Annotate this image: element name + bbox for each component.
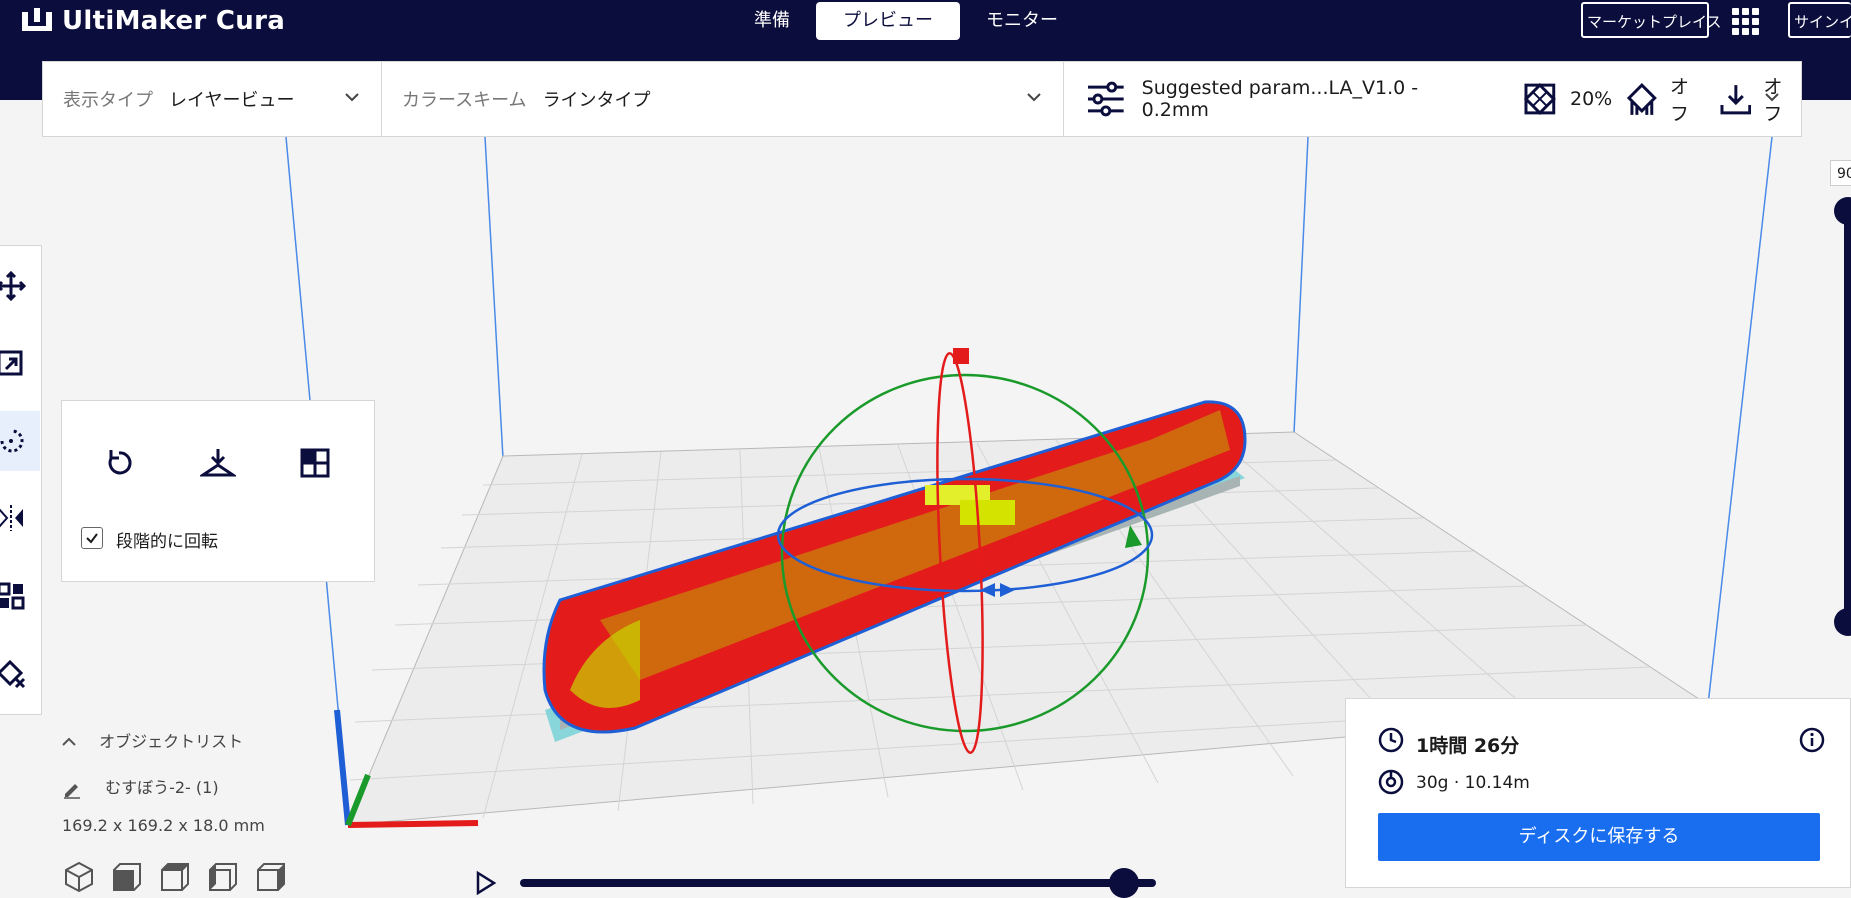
color-scheme-label: カラースキーム — [402, 90, 527, 111]
view-type-label: 表示タイプ — [63, 90, 153, 111]
chevron-down-icon — [1765, 93, 1779, 102]
adhesion-icon — [1720, 85, 1751, 115]
layer-slider-track[interactable] — [1844, 208, 1851, 628]
tab-monitor[interactable]: モニター — [960, 2, 1084, 40]
reset-icon — [108, 450, 132, 475]
view-orientation-buttons — [62, 860, 288, 894]
filament-spool-icon — [1378, 769, 1404, 795]
scale-icon — [0, 350, 23, 376]
reset-rotation-button[interactable] — [97, 441, 141, 485]
stage-tabs: 準備 プレビュー モニター — [728, 2, 1084, 40]
object-name: むすぼう-2- (1) — [105, 778, 219, 797]
chevron-down-icon — [1027, 93, 1041, 102]
print-settings-dropdown[interactable]: Suggested param...LA_V1.0 - 0.2mm 20% オフ… — [1063, 61, 1802, 137]
view-left-icon[interactable] — [206, 860, 240, 894]
lay-flat-icon — [200, 449, 236, 477]
print-time: 1時間 26分 — [1416, 735, 1520, 757]
material-usage: 30g · 10.14m — [1416, 773, 1530, 793]
rotate-options-panel: 段階的に回転 — [61, 400, 375, 582]
tool-per-model-settings[interactable] — [0, 566, 40, 626]
rotate-icon — [0, 429, 24, 453]
support-icon — [1627, 83, 1658, 115]
infill-icon — [1524, 83, 1556, 115]
chevron-up-icon — [62, 732, 80, 751]
move-icon — [0, 271, 26, 301]
tool-scale[interactable] — [0, 334, 40, 394]
apps-grid-icon[interactable] — [1730, 6, 1762, 38]
logo: UltiMaker Cura — [20, 6, 285, 36]
infill-value: 20% — [1569, 88, 1613, 110]
object-dimensions: 169.2 x 169.2 x 18.0 mm — [62, 816, 265, 835]
view-type-value: レイヤービュー — [169, 90, 295, 111]
view-3d-icon[interactable] — [62, 860, 96, 894]
mirror-icon — [0, 505, 23, 531]
tool-support-blocker[interactable] — [0, 644, 40, 704]
simulation-slider-track[interactable] — [520, 879, 1156, 887]
tool-panel — [0, 245, 42, 715]
signin-button[interactable]: サインイン — [1788, 2, 1851, 38]
ultimaker-logo-icon — [22, 8, 52, 31]
layer-number-input[interactable]: 90 — [1830, 160, 1851, 186]
view-front-icon[interactable] — [110, 860, 144, 894]
color-scheme-value: ラインタイプ — [542, 90, 651, 111]
clock-icon — [1378, 727, 1404, 753]
pencil-icon — [64, 783, 80, 799]
object-list-item[interactable]: むすぼう-2- (1) — [62, 774, 219, 799]
simulation-slider-handle[interactable] — [1109, 868, 1140, 898]
view-right-icon[interactable] — [254, 860, 288, 894]
tab-prepare[interactable]: 準備 — [728, 2, 816, 40]
object-list-toggle[interactable]: オブジェクトリスト — [62, 728, 243, 752]
app-title: UltiMaker Cura — [62, 6, 286, 36]
checkmark-icon — [86, 533, 98, 544]
support-value: オフ — [1669, 76, 1689, 125]
tool-mirror[interactable] — [0, 488, 40, 548]
settings-sliders-icon — [1087, 81, 1124, 117]
profile-name: Suggested param...LA_V1.0 - 0.2mm — [1141, 77, 1419, 121]
support-blocker-icon — [0, 659, 26, 689]
view-type-dropdown[interactable]: 表示タイプ レイヤービュー — [42, 61, 382, 137]
color-scheme-dropdown[interactable]: カラースキーム ラインタイプ — [381, 61, 1064, 137]
view-top-icon[interactable] — [158, 860, 192, 894]
snap-rotation-label: 段階的に回転 — [116, 532, 218, 552]
tab-preview[interactable]: プレビュー — [816, 2, 960, 40]
tool-rotate[interactable] — [0, 411, 40, 471]
select-face-button[interactable] — [293, 441, 337, 485]
chevron-down-icon — [345, 93, 359, 102]
print-info-panel: 1時間 26分 30g · 10.14m ディスクに保存する — [1345, 698, 1851, 888]
lay-flat-button[interactable] — [196, 441, 240, 485]
info-icon[interactable] — [1799, 727, 1825, 753]
snap-rotation-checkbox[interactable] — [81, 527, 103, 549]
object-list-header: オブジェクトリスト — [99, 732, 244, 751]
save-to-disk-button[interactable]: ディスクに保存する — [1378, 813, 1820, 861]
tool-move[interactable] — [0, 256, 40, 316]
marketplace-button[interactable]: マーケットプレイス — [1581, 2, 1722, 38]
play-icon[interactable] — [474, 870, 498, 896]
per-model-settings-icon — [0, 582, 25, 610]
select-face-icon — [300, 448, 330, 478]
